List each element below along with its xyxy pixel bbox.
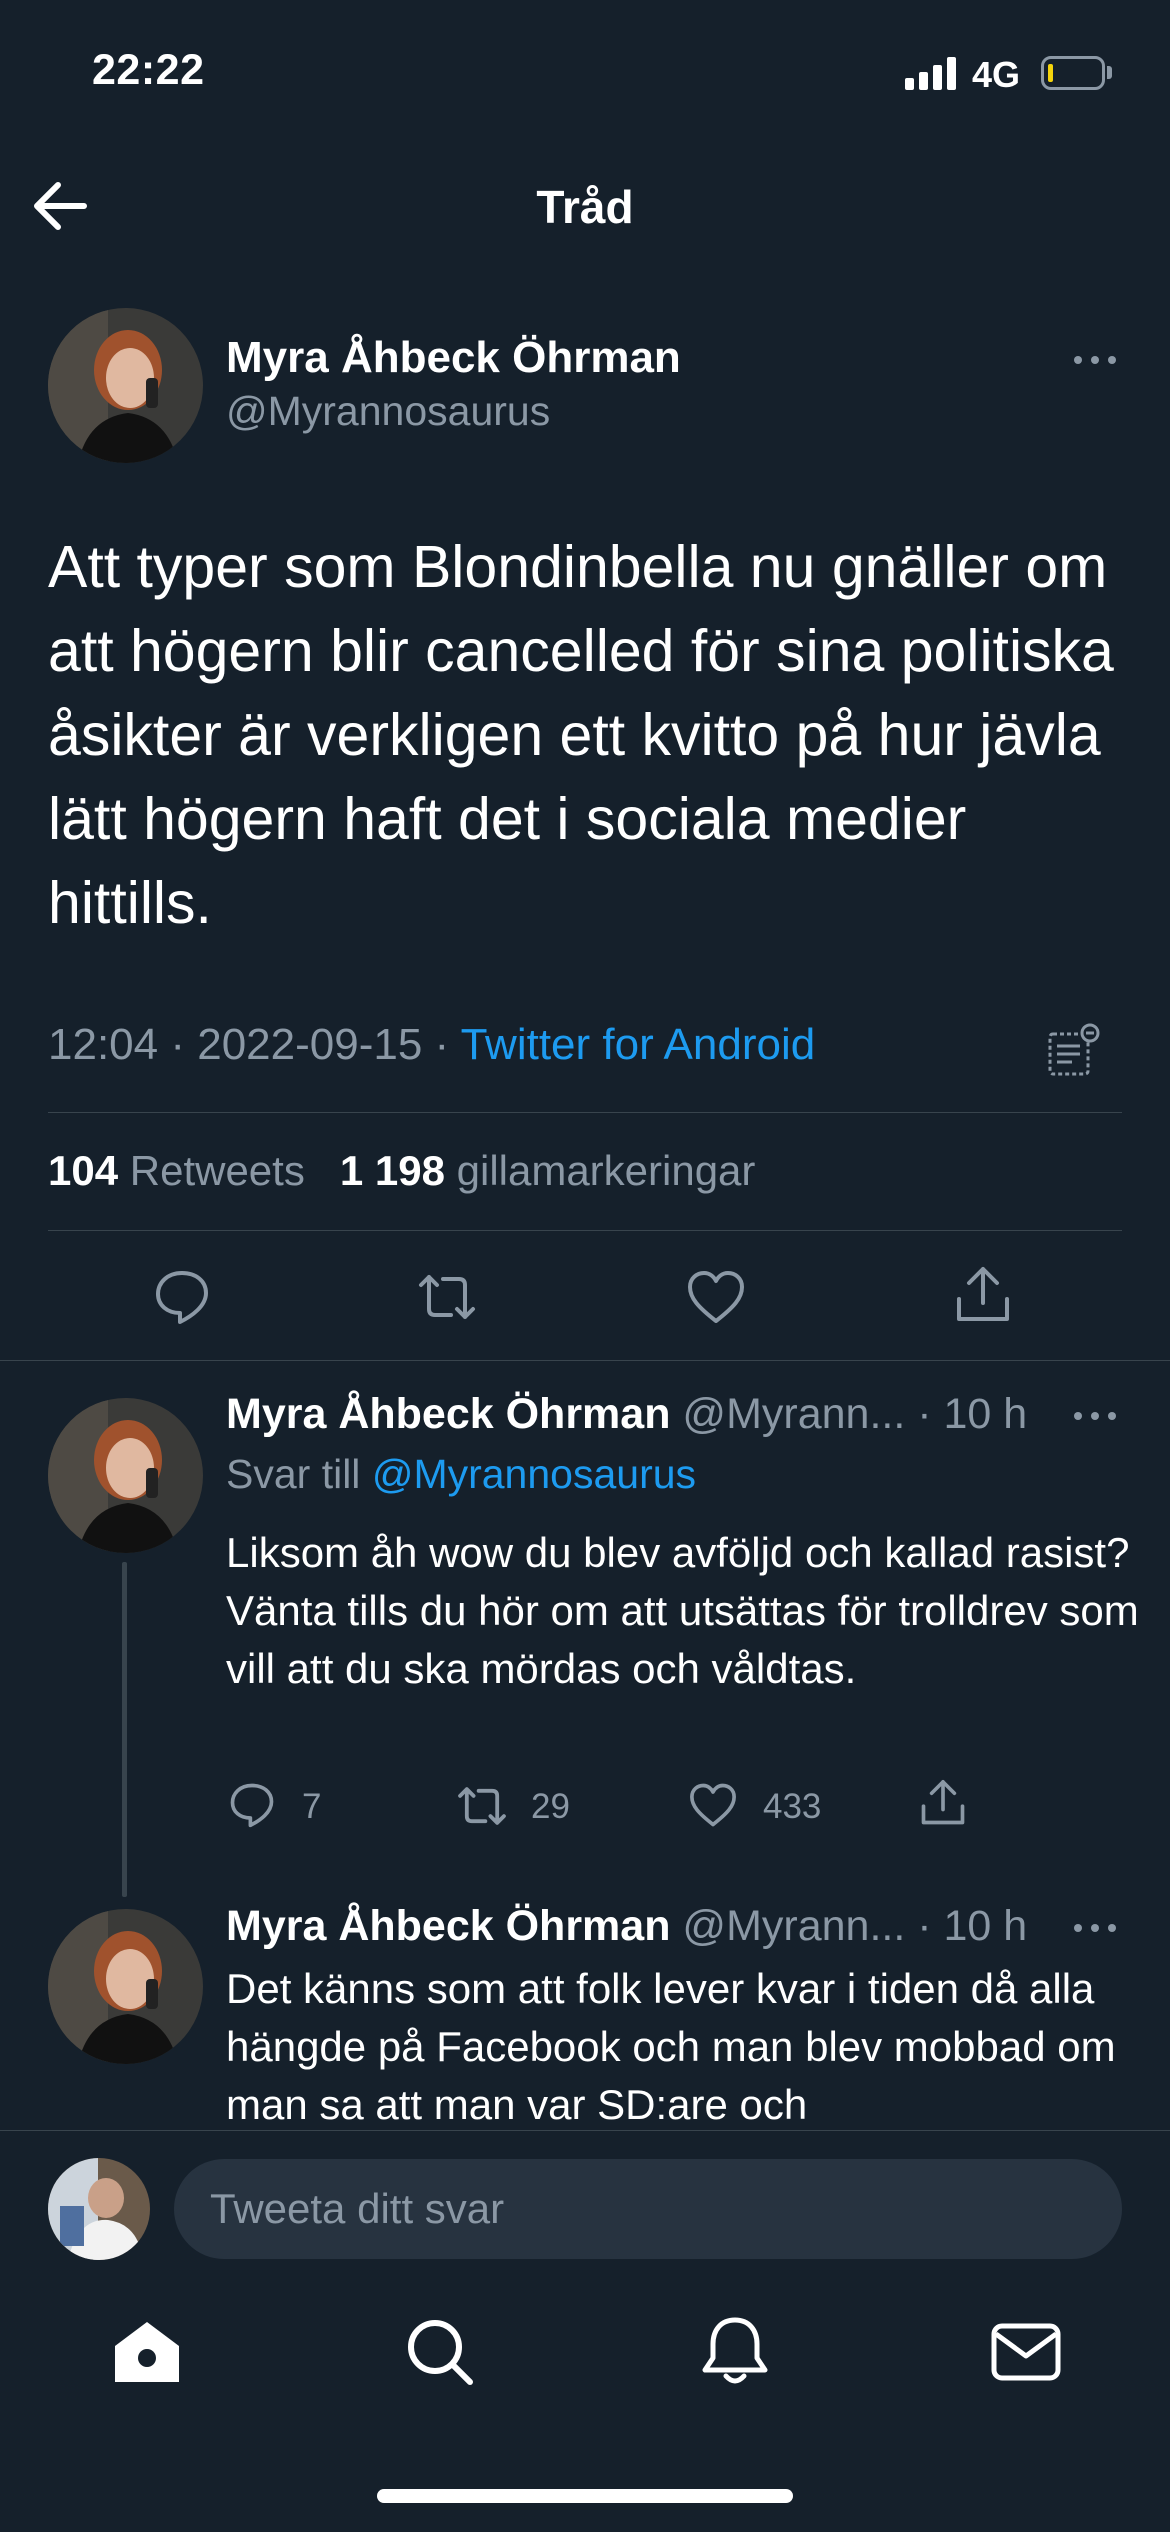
home-indicator[interactable]: [377, 2489, 793, 2503]
avatar[interactable]: [48, 308, 203, 463]
share-icon: [921, 1780, 965, 1825]
divider: [0, 1360, 1170, 1361]
retweets-label[interactable]: Retweets: [130, 1147, 305, 1194]
reply-time: · 10 h: [917, 1902, 1028, 1950]
retweet-button[interactable]: 29: [455, 1779, 615, 1833]
heart-icon: [688, 1271, 744, 1323]
author-handle[interactable]: @Myrann...: [682, 1902, 905, 1950]
share-button[interactable]: [917, 1777, 969, 1829]
home-icon: [115, 2322, 179, 2382]
like-button[interactable]: [684, 1265, 748, 1329]
reply-count: 7: [302, 1787, 322, 1826]
avatar[interactable]: [48, 1398, 203, 1553]
retweet-count: 29: [531, 1787, 570, 1826]
reply-button[interactable]: 7: [226, 1779, 386, 1833]
tweet-text: Att typer som Blondinbella nu gnäller om…: [48, 534, 1114, 936]
likes-label[interactable]: gillamarkeringar: [457, 1147, 756, 1194]
meta-separator: ·: [422, 1020, 461, 1069]
like-button[interactable]: 433: [687, 1779, 867, 1833]
author-name[interactable]: Myra Åhbeck Öhrman: [226, 1902, 670, 1950]
signal-icon: [905, 56, 957, 90]
tweet-date: 2022-09-15: [197, 1020, 423, 1069]
nav-messages[interactable]: [986, 2312, 1066, 2392]
share-icon: [957, 1267, 1009, 1321]
nav-notifications[interactable]: [695, 2312, 775, 2392]
divider: [48, 1230, 1122, 1231]
reply-text: Liksom åh wow du blev avföljd och kallad…: [226, 1529, 1139, 1692]
author-handle[interactable]: @Myrann...: [682, 1390, 905, 1438]
mail-icon: [991, 2323, 1061, 2381]
reply-icon: [230, 1783, 274, 1828]
battery-icon: [1041, 56, 1105, 90]
tweet-stats: 104 Retweets 1 198 gillamarkeringar: [48, 1147, 755, 1195]
reply-time: · 10 h: [917, 1390, 1028, 1438]
analytics-icon: [1048, 1023, 1100, 1076]
reply-to: Svar till @Myrannosaurus: [226, 1451, 696, 1498]
retweets-count[interactable]: 104: [48, 1147, 118, 1194]
reply-compose-input[interactable]: Tweeta ditt svar: [174, 2159, 1122, 2259]
thread-connector: [122, 1562, 127, 1897]
reply-text: Det känns som att folk lever kvar i tide…: [226, 1965, 1116, 2128]
author-name[interactable]: Myra Åhbeck Öhrman: [226, 333, 681, 383]
divider: [48, 1112, 1122, 1113]
reply-icon: [156, 1271, 208, 1324]
meta-separator: ·: [158, 1020, 198, 1069]
tweet-time: 12:04: [48, 1020, 159, 1069]
retweet-icon: [419, 1275, 475, 1319]
like-count: 433: [763, 1787, 822, 1826]
more-options-button[interactable]: [1072, 1408, 1120, 1424]
status-time: 22:22: [92, 46, 205, 94]
more-options-button[interactable]: [1072, 352, 1120, 368]
reply-button[interactable]: [150, 1265, 214, 1329]
retweet-icon: [458, 1787, 506, 1825]
avatar[interactable]: [48, 1909, 203, 2064]
tweet-meta: 12:04 · 2022-09-15 · Twitter for Android: [48, 1020, 815, 1070]
page-title: Tråd: [536, 181, 634, 233]
reply-header: Myra Åhbeck Öhrman @Myrann... · 10 h: [226, 1390, 1027, 1439]
share-button[interactable]: [951, 1263, 1015, 1327]
search-icon: [408, 2320, 473, 2385]
more-options-button[interactable]: [1072, 1920, 1120, 1936]
reply-header: Myra Åhbeck Öhrman @Myrann... · 10 h: [226, 1902, 1027, 1951]
reply-to-label: Svar till: [226, 1451, 361, 1497]
tweet-source-link[interactable]: Twitter for Android: [461, 1020, 816, 1069]
bell-icon: [702, 2317, 768, 2384]
battery-cap: [1107, 66, 1112, 79]
heart-icon: [690, 1783, 736, 1827]
reply-text-clip: Det känns som att folk lever kvar i tide…: [226, 1960, 1166, 2130]
retweet-button[interactable]: [415, 1265, 479, 1329]
likes-count[interactable]: 1 198: [340, 1147, 445, 1194]
reply-to-handle[interactable]: @Myrannosaurus: [372, 1451, 696, 1497]
my-avatar[interactable]: [48, 2158, 150, 2260]
author-name[interactable]: Myra Åhbeck Öhrman: [226, 1390, 670, 1438]
analytics-button[interactable]: [1046, 1022, 1102, 1078]
nav-search[interactable]: [400, 2312, 480, 2392]
author-handle[interactable]: @Myrannosaurus: [226, 388, 550, 435]
nav-home[interactable]: [107, 2312, 187, 2392]
network-type: 4G: [972, 54, 1021, 95]
